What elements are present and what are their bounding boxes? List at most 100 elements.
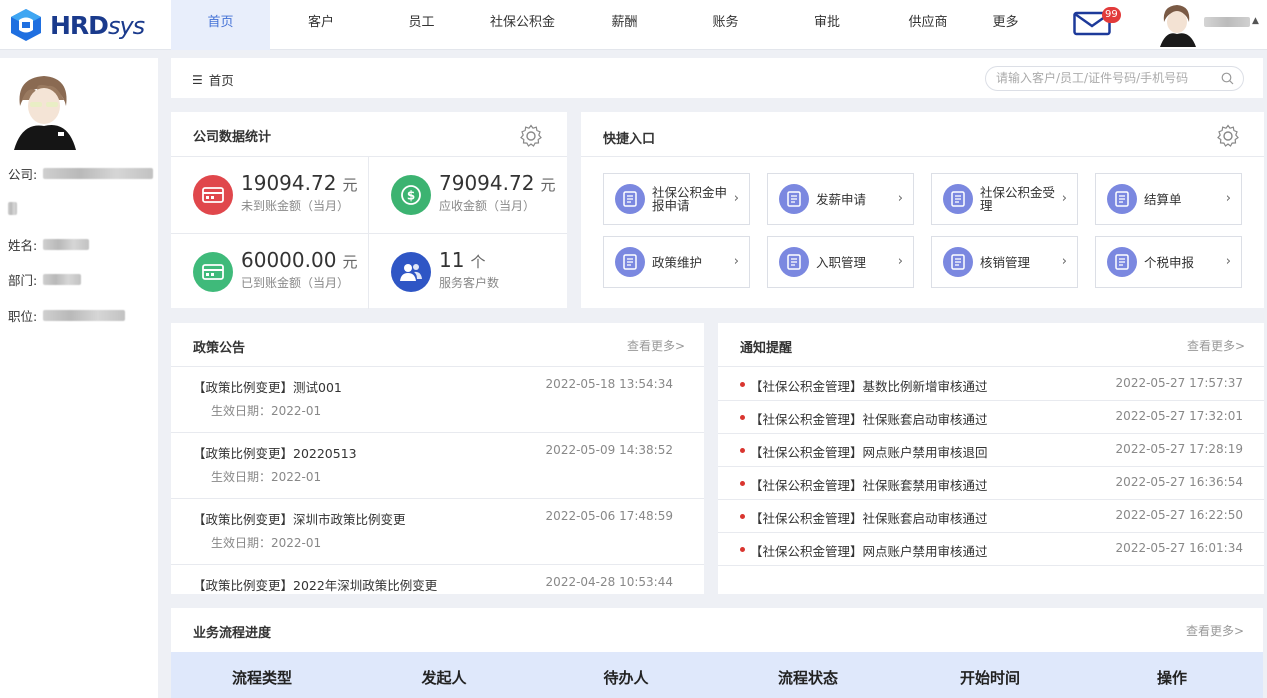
chevron-right-icon: › [897, 191, 903, 206]
quick-label: 入职管理 [816, 254, 867, 270]
nav-item-8[interactable]: 更多 [978, 0, 1033, 50]
notice-card: 通知提醒 查看更多> 【社保公积金管理】基数比例新增审核通过 2022-05-27… [718, 323, 1264, 594]
breadcrumb-bar: ☰ 首页 [171, 58, 1263, 98]
notice-list-item[interactable]: 【社保公积金管理】网点账户禁用审核通过 2022-05-27 16:01:34 [718, 533, 1264, 566]
menu-icon[interactable]: ☰ [192, 73, 203, 87]
stat-item: 60000.00 元已到账金额（当月） [171, 234, 369, 310]
logo[interactable]: HRDsys [6, 6, 145, 44]
quick-onboarding-button[interactable]: 入职管理 › [767, 236, 914, 288]
stat-label: 未到账金额（当月） [241, 199, 350, 213]
card-icon [193, 175, 233, 215]
policy-more-link[interactable]: 查看更多> [627, 337, 685, 354]
notice-item-text[interactable]: 【社保公积金管理】基数比例新增审核通过 [750, 376, 988, 395]
breadcrumb-home[interactable]: 首页 [209, 70, 234, 89]
quick-tax-declare-button[interactable]: 个税申报 › [1095, 236, 1242, 288]
policy-item-title[interactable]: 【政策比例变更】2022年深圳政策比例变更 [193, 575, 437, 594]
logo-icon [11, 9, 41, 41]
notice-list-item[interactable]: 【社保公积金管理】社保账套禁用审核通过 2022-05-27 16:36:54 [718, 467, 1264, 500]
notice-item-text[interactable]: 【社保公积金管理】网点账户禁用审核通过 [750, 541, 988, 560]
policy-item-title[interactable]: 【政策比例变更】深圳市政策比例变更 [193, 509, 406, 528]
profile-avatar [8, 70, 80, 150]
nav-item-7[interactable]: 供应商 [878, 0, 978, 50]
card-icon [193, 252, 233, 292]
stat-value: 60000.00 元 [241, 248, 358, 272]
gear-icon[interactable] [1216, 124, 1240, 148]
profile-company: 公司: [8, 164, 154, 183]
user-name-blurred[interactable] [1204, 17, 1250, 27]
nav-item-4[interactable]: 薪酬 [574, 0, 675, 50]
chevron-right-icon: › [1225, 254, 1231, 269]
policy-header: 政策公告 查看更多> [171, 323, 704, 367]
money-icon: $ [391, 175, 431, 215]
quick-settlement-button[interactable]: 结算单 › [1095, 173, 1242, 225]
profile-dept: 部门: [8, 270, 82, 289]
policy-item-effective-date: 生效日期：2022-01 [211, 536, 322, 550]
notice-list-item[interactable]: 【社保公积金管理】网点账户禁用审核退回 2022-05-27 17:28:19 [718, 434, 1264, 467]
profile-company-extra [8, 202, 17, 215]
policy-item-title[interactable]: 【政策比例变更】20220513 [193, 443, 357, 462]
notice-item-text[interactable]: 【社保公积金管理】社保账套启动审核通过 [750, 409, 988, 428]
document-icon [615, 247, 645, 277]
nav-item-3[interactable]: 社保公积金 [471, 0, 574, 50]
notice-item-text[interactable]: 【社保公积金管理】社保账套禁用审核通过 [750, 475, 988, 494]
global-search[interactable] [985, 66, 1244, 91]
profile-position: 职位: [8, 306, 126, 325]
policy-list-item[interactable]: 【政策比例变更】测试001 生效日期：2022-01 2022-05-18 13:5… [171, 367, 704, 433]
position-value-blurred [43, 310, 126, 321]
nav-item-2[interactable]: 员工 [372, 0, 471, 50]
nav-item-5[interactable]: 账务 [675, 0, 776, 50]
bullet-dot-icon [740, 415, 745, 420]
workflow-table-header: 流程类型 发起人 待办人 流程状态 开始时间 操作 [171, 652, 1263, 698]
nav-item-0[interactable]: 首页 [171, 0, 270, 50]
name-value-blurred [43, 239, 90, 250]
notice-item-time: 2022-05-27 16:22:50 [1115, 508, 1243, 522]
quick-social-insurance-apply-button[interactable]: 社保公积金申报申请 › [603, 173, 750, 225]
notice-more-link[interactable]: 查看更多> [1187, 337, 1245, 354]
policy-list-item[interactable]: 【政策比例变更】2022年深圳政策比例变更 2022-04-28 10:53:44 [171, 565, 704, 594]
policy-item-time: 2022-05-06 17:48:59 [545, 509, 673, 523]
notice-list-item[interactable]: 【社保公积金管理】社保账套启动审核通过 2022-05-27 17:32:01 [718, 401, 1264, 434]
quick-label: 核销管理 [980, 254, 1031, 270]
notice-item-time: 2022-05-27 17:57:37 [1115, 376, 1243, 390]
users-icon [391, 252, 431, 292]
quick-entry-card: 快捷入口 社保公积金申报申请 › 发薪申请 › 社保公积金受理 › 结算单 › 政策维护 › 入职管… [581, 112, 1264, 308]
mail-badge: 99 [1102, 7, 1121, 23]
quick-label: 社保公积金受理 [980, 185, 1056, 213]
caret-up-icon[interactable]: ▲ [1252, 16, 1259, 26]
notice-list-item[interactable]: 【社保公积金管理】基数比例新增审核通过 2022-05-27 17:57:37 [718, 368, 1264, 401]
policy-item-effective-date: 生效日期：2022-01 [211, 470, 322, 484]
policy-item-time: 2022-04-28 10:53:44 [545, 575, 673, 589]
workflow-more-link[interactable]: 查看更多> [1186, 622, 1244, 639]
quick-social-insurance-accept-button[interactable]: 社保公积金受理 › [931, 173, 1078, 225]
nav-item-6[interactable]: 审批 [776, 0, 878, 50]
quick-payroll-apply-button[interactable]: 发薪申请 › [767, 173, 914, 225]
nav-item-1[interactable]: 客户 [270, 0, 372, 50]
notice-list-item[interactable]: 【社保公积金管理】社保账套启动审核通过 2022-05-27 16:22:50 [718, 500, 1264, 533]
chevron-right-icon: › [897, 254, 903, 269]
user-avatar[interactable] [1156, 2, 1198, 47]
document-icon [1107, 184, 1137, 214]
logo-text: HRDsys [50, 10, 145, 40]
stat-value: 19094.72 元 [241, 171, 358, 195]
document-icon [943, 184, 973, 214]
policy-item-title[interactable]: 【政策比例变更】测试001 [193, 377, 342, 396]
gear-icon[interactable] [519, 124, 543, 148]
svg-text:$: $ [407, 189, 415, 203]
search-input[interactable] [996, 71, 1216, 85]
document-icon [1107, 247, 1137, 277]
quick-write-off-button[interactable]: 核销管理 › [931, 236, 1078, 288]
workflow-title: 业务流程进度 [193, 626, 272, 641]
notice-item-text[interactable]: 【社保公积金管理】网点账户禁用审核退回 [750, 442, 988, 461]
stat-label: 应收金额（当月） [439, 199, 536, 213]
search-icon[interactable] [1221, 72, 1234, 85]
bullet-dot-icon [740, 547, 745, 552]
quick-policy-maintain-button[interactable]: 政策维护 › [603, 236, 750, 288]
quick-title: 快捷入口 [603, 132, 656, 147]
policy-list-item[interactable]: 【政策比例变更】深圳市政策比例变更生效日期：2022-01 2022-05-06 … [171, 499, 704, 565]
policy-list-item[interactable]: 【政策比例变更】20220513 生效日期：2022-01 2022-05-09 1… [171, 433, 704, 499]
company-extra-blurred [8, 202, 17, 215]
company-stats-card: 公司数据统计 19094.72 元未到账金额（当月） $79094.72 元应收金额（… [171, 112, 567, 310]
policy-item-time: 2022-05-09 14:38:52 [545, 443, 673, 457]
workflow-card: 业务流程进度 查看更多> 流程类型 发起人 待办人 流程状态 开始时间 操作 [171, 608, 1263, 698]
notice-item-text[interactable]: 【社保公积金管理】社保账套启动审核通过 [750, 508, 988, 527]
